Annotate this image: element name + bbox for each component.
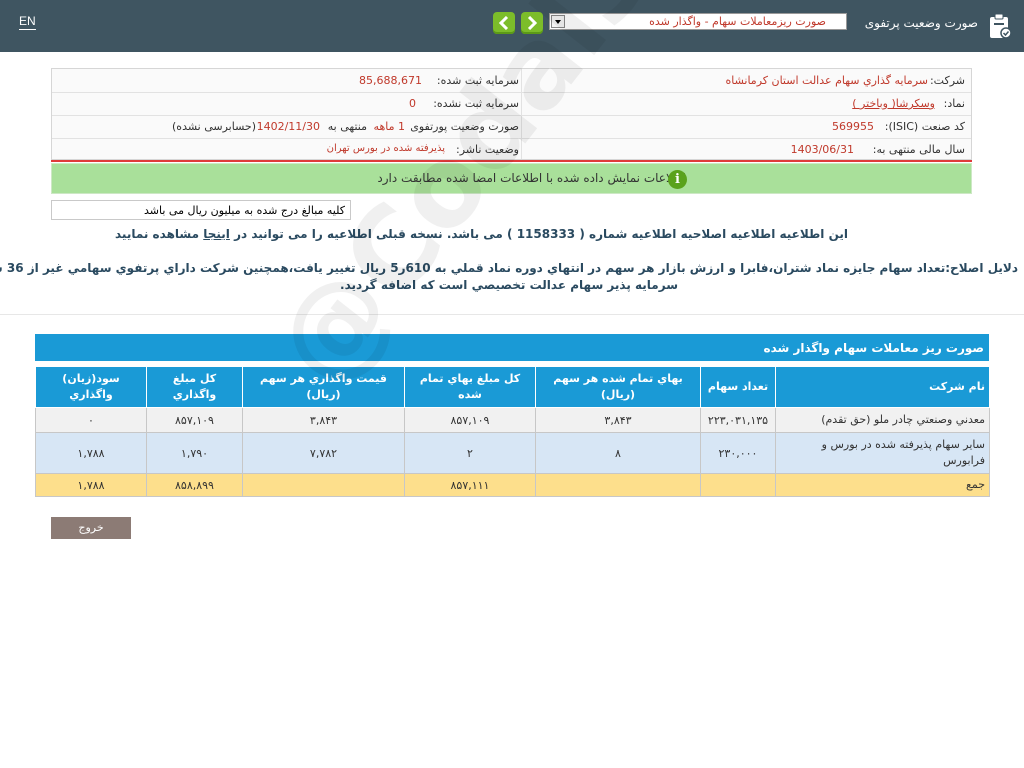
portfolio-label: صورت وضعیت پورتفوی [410,120,519,133]
report-type-value: صورت ریزمعاملات سهام - واگذار شده [649,15,826,28]
table-cell: ۳,۸۴۳ [242,407,405,433]
isic-label: کد صنعت (ISIC): [884,120,965,133]
next-button[interactable] [521,12,543,34]
dropdown-arrow-icon[interactable] [551,15,565,28]
page-title: صورت وضعیت پرتفوی [864,16,978,30]
table-cell: ساير سهام پذيرفته شده در بورس و فرابورس [775,432,990,474]
notice-text-before: این اطلاعیه اطلاعیه اصلاحیه اطلاعیه شمار… [234,227,848,241]
info-row-symbol: نماد: وسکرشا( وباختر ) سرمایه ثبت نشده: … [52,92,971,116]
table-cell [700,473,776,497]
table-cell: معدني وصنعتي چادر ملو (حق تقدم) [775,407,990,433]
table-cell: ۸۵۷,۱۰۹ [404,407,536,433]
column-header: کل مبلغ واگذاري [146,366,243,408]
verification-message: اطلاعات نمایش داده شده با اطلاعات امضا ش… [377,171,686,185]
table-cell [242,473,405,497]
table-cell: ۸۵۷,۱۱۱ [404,473,536,497]
company-value: سرمايه گذاري سهام عدالت استان کرمانشاه [725,74,928,87]
registered-capital-label: سرمایه ثبت شده: [436,74,519,87]
report-type-select[interactable]: صورت ریزمعاملات سهام - واگذار شده [549,13,847,30]
table-cell: ۸۵۸,۸۹۹ [146,473,243,497]
previous-version-link[interactable]: اینجا [203,227,230,241]
verification-banner: اطلاعات نمایش داده شده با اطلاعات امضا ش… [51,163,972,194]
column-header: کل مبلغ بهاي تمام شده [404,366,536,408]
publisher-status-label: وضعیت ناشر: [456,143,519,156]
chevron-left-icon [498,16,509,30]
table-total-row: جمع ۸۵۷,۱۱۱ ۸۵۸,۸۹۹ ۱,۷۸۸ [35,473,990,497]
column-header: نام شرکت [775,366,990,408]
table-cell: ۸ [535,432,701,474]
company-info-panel: شرکت: سرمايه گذاري سهام عدالت استان کرما… [51,68,972,160]
symbol-link[interactable]: وسکرشا( وباختر ) [852,97,935,110]
unregistered-capital-label: سرمایه ثبت نشده: [433,97,519,110]
table-cell: ۲۳۰,۰۰۰ [700,432,776,474]
units-note-box: کلیه مبالغ درج شده به میلیون ریال می باش… [51,200,351,220]
table-cell: ۱,۷۸۸ [35,473,147,497]
info-row-isic: کد صنعت (ISIC): 569955 صورت وضعیت پورتفو… [52,115,971,139]
table-cell: ۲۲۳,۰۳۱,۱۳۵ [700,407,776,433]
column-header: سود(زيان) واگذاري [35,366,147,408]
table-cell: ۱,۷۸۸ [35,432,147,474]
correction-notice: این اطلاعیه اطلاعیه اصلاحیه اطلاعیه شمار… [115,227,848,241]
top-bar: EN صورت ریزمعاملات سهام - واگذار شده صور… [0,0,1024,52]
table-cell: ۱,۷۹۰ [146,432,243,474]
table-cell: ۰ [35,407,147,433]
column-header: قيمت واگذاري هر سهم (ريال) [242,366,405,408]
table-cell: جمع [775,473,990,497]
correction-reason-line1: دلایل اصلاح:تعداد سهام جایزه نماد شتران،… [0,261,1018,275]
previous-button[interactable] [493,12,515,34]
chevron-right-icon [527,16,538,30]
portfolio-date: 1402/11/30 [256,120,320,133]
table-header-row: نام شرکت تعداد سهام بهاي تمام شده هر سهم… [35,366,990,408]
column-header: بهاي تمام شده هر سهم (ريال) [535,366,701,408]
language-en-link[interactable]: EN [19,14,36,30]
exit-button[interactable]: خروج [51,517,131,539]
info-row-fiscal: سال مالی منتهی به: 1403/06/31 وضعیت ناشر… [52,138,971,161]
fiscal-year-label: سال مالی منتهی به: [872,143,965,156]
units-note: کلیه مبالغ درج شده به میلیون ریال می باش… [144,204,345,217]
table-cell: ۷,۷۸۲ [242,432,405,474]
info-divider [521,69,522,159]
red-divider [51,160,972,162]
company-label: شرکت: [929,74,965,87]
notice-text-after: مشاهده نمایید [114,227,200,241]
section-separator [0,314,1024,315]
isic-value: 569955 [832,120,874,133]
table-title-bar: صورت ريز معاملات سهام واگذار شده [35,334,989,361]
correction-reason-line2: سرمایه پذیر سهام عدالت تخصیصي است که اضا… [340,278,678,292]
symbol-label: نماد: [943,97,965,110]
table-row: معدني وصنعتي چادر ملو (حق تقدم) ۲۲۳,۰۳۱,… [35,407,990,433]
table-title: صورت ريز معاملات سهام واگذار شده [763,341,984,355]
table-row: ساير سهام پذيرفته شده در بورس و فرابورس … [35,432,990,474]
portfolio-ending-label: منتهی به [327,120,367,133]
portfolio-audit-status: (حسابرسی نشده) [172,120,256,133]
info-row-company: شرکت: سرمايه گذاري سهام عدالت استان کرما… [52,69,971,93]
portfolio-period: 1 ماهه [373,120,405,133]
clipboard-icon [990,13,1012,39]
registered-capital-value: 85,688,671 [359,74,422,87]
table-cell [535,473,701,497]
table-cell: ۳,۸۴۳ [535,407,701,433]
unregistered-capital-value: 0 [409,97,416,110]
table-cell: ۲ [404,432,536,474]
info-icon: i [668,170,687,189]
transactions-table: نام شرکت تعداد سهام بهاي تمام شده هر سهم… [35,366,990,497]
column-header: تعداد سهام [700,366,776,408]
publisher-status-value: پذیرفته شده در بورس تهران [326,143,445,154]
fiscal-year-value: 1403/06/31 [790,143,854,156]
table-cell: ۸۵۷,۱۰۹ [146,407,243,433]
